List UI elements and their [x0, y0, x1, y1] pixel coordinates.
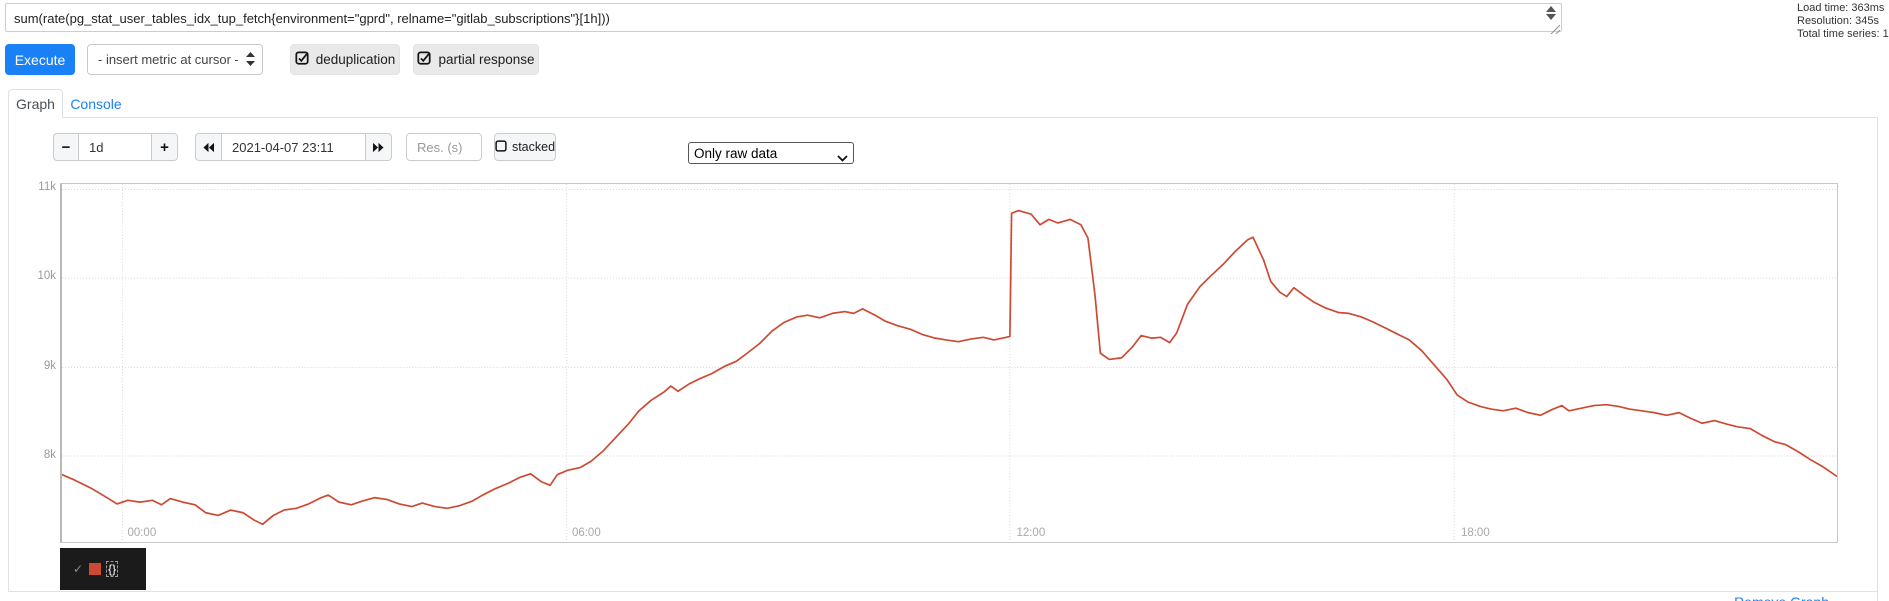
rewind-icon [203, 142, 214, 152]
y-axis-tick-label: 11k [38, 181, 56, 194]
fast-forward-icon [373, 142, 384, 152]
panel-border-stub [1877, 592, 1878, 601]
deduplication-toggle[interactable]: deduplication [290, 44, 400, 75]
tab-graph[interactable]: Graph [8, 89, 63, 118]
tab-console[interactable]: Console [63, 89, 129, 118]
query-stats: Load time: 363ms Resolution: 345s Total … [1797, 2, 1889, 41]
chart-plot-area[interactable]: 00:00 06:00 12:00 18:00 [60, 183, 1838, 543]
insert-metric-dropdown[interactable]: - insert metric at cursor - [87, 44, 263, 75]
stacked-toggle[interactable]: stacked [494, 133, 556, 161]
x-axis-tick-label: 12:00 [1016, 527, 1046, 539]
checked-checkbox-icon [417, 51, 432, 68]
time-forward-button[interactable] [366, 133, 392, 161]
checked-checkbox-icon [295, 51, 309, 68]
total-time-series: Total time series: 1 [1797, 28, 1889, 40]
partial-response-label: partial response [438, 52, 535, 67]
x-axis-tick-label: 18:00 [1460, 527, 1490, 539]
y-axis-tick-label: 9k [43, 359, 56, 372]
load-time: Load time: 363ms [1797, 2, 1885, 14]
resolution-input[interactable] [406, 133, 482, 161]
legend-check-icon: ✓ [73, 562, 84, 576]
chart-svg [62, 184, 1837, 542]
legend-color-swatch [89, 563, 102, 575]
stepper-up-icon[interactable] [1546, 6, 1556, 12]
y-axis-labels: 8k 9k 10k 11k [0, 181, 56, 543]
range-input[interactable] [78, 133, 152, 161]
query-stepper[interactable] [1544, 6, 1558, 22]
deduplication-label: deduplication [315, 52, 396, 67]
time-back-button[interactable] [195, 133, 221, 161]
x-axis-tick-label: 00:00 [127, 527, 157, 539]
datetime-input[interactable] [221, 133, 366, 161]
partial-response-toggle[interactable]: partial response [413, 44, 539, 75]
textarea-resize-handle[interactable] [1548, 21, 1561, 35]
legend-series-label: {} [106, 561, 119, 577]
expression-browser: sum(rate(pg_stat_user_tables_idx_tup_fet… [0, 0, 1889, 601]
x-axis-tick-label: 06:00 [571, 527, 601, 539]
resolution: Resolution: 345s [1797, 15, 1879, 27]
query-input[interactable]: sum(rate(pg_stat_user_tables_idx_tup_fet… [5, 3, 1562, 32]
y-axis-tick-label: 10k [37, 270, 56, 283]
insert-metric-dropdown-wrap: - insert metric at cursor - [87, 44, 263, 75]
y-axis-tick-label: 8k [43, 448, 56, 461]
display-mode-dropdown[interactable]: Only raw data [688, 142, 854, 164]
stacked-label: stacked [511, 140, 556, 154]
unchecked-checkbox-icon [495, 139, 507, 155]
execute-button[interactable]: Execute [5, 44, 75, 75]
legend-item[interactable]: ✓ {} [60, 548, 146, 590]
stepper-down-icon[interactable] [1546, 14, 1556, 20]
range-decrease-button[interactable]: − [53, 133, 78, 161]
range-increase-button[interactable]: + [152, 133, 178, 161]
remove-graph-link[interactable]: Remove Graph [1734, 594, 1829, 601]
display-mode-dropdown-wrap: Only raw data [688, 142, 854, 164]
